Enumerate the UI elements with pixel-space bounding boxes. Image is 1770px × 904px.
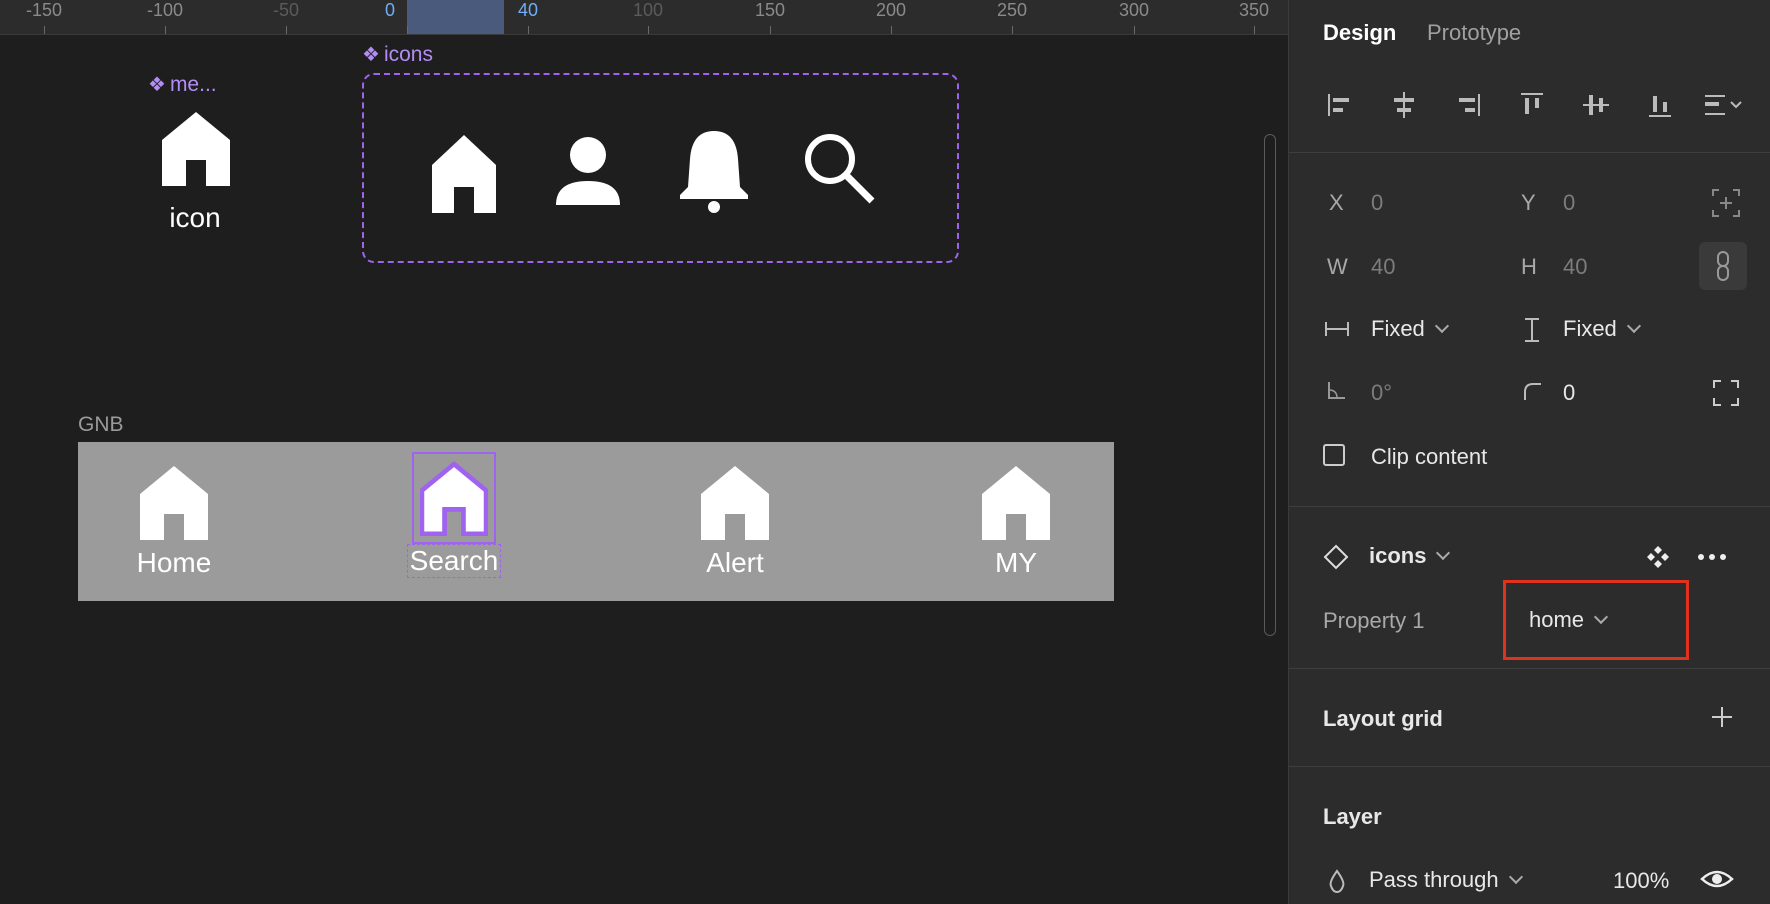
home-icon[interactable]	[160, 108, 232, 188]
ruler-tick: 300	[1118, 0, 1150, 20]
align-bottom-icon[interactable]	[1643, 88, 1677, 122]
y-field[interactable]: 0	[1563, 190, 1575, 216]
gnb-item-search[interactable]: Search	[394, 452, 514, 578]
blend-mode-dropdown[interactable]: Pass through	[1369, 867, 1523, 893]
blend-mode-icon	[1329, 869, 1345, 894]
ruler-selection-range	[407, 0, 504, 34]
chevron-down-icon	[1508, 869, 1523, 885]
icons-component-label[interactable]: ❖ icons	[362, 42, 433, 67]
vertical-scrollbar[interactable]	[1264, 134, 1276, 636]
home-icon	[701, 466, 769, 540]
instance-name-dropdown[interactable]: icons	[1369, 543, 1451, 569]
selected-instance-box[interactable]	[412, 452, 496, 544]
h-field[interactable]: 40	[1563, 254, 1587, 280]
eye-icon[interactable]	[1699, 866, 1735, 892]
gnb-item-label: Search	[406, 544, 502, 578]
ruler-tick: -150	[25, 0, 63, 20]
property-label: Property 1	[1323, 608, 1425, 633]
w-label: W	[1327, 254, 1348, 279]
add-icon[interactable]	[1709, 704, 1735, 730]
vertical-resizing-icon	[1525, 318, 1539, 342]
tab-prototype[interactable]: Prototype	[1427, 20, 1521, 46]
gnb-item-alert[interactable]: Alert	[675, 462, 795, 579]
go-to-main-component-icon[interactable]	[1645, 544, 1671, 570]
gnb-item-label: MY	[995, 547, 1037, 578]
layer-title: Layer	[1323, 804, 1382, 829]
rotation-field[interactable]: 0°	[1371, 380, 1392, 406]
ruler-tick: 100	[632, 0, 664, 20]
ruler-tick: 40	[517, 0, 539, 20]
chevron-down-icon	[1436, 545, 1451, 561]
clip-content-checkbox[interactable]	[1323, 444, 1345, 466]
ruler-tick: 150	[754, 0, 786, 20]
clip-content-label: Clip content	[1371, 444, 1488, 469]
horizontal-resizing-icon	[1325, 322, 1349, 336]
align-horizontal-center-icon[interactable]	[1387, 88, 1421, 122]
master-component-label[interactable]: ❖ me...	[148, 72, 217, 97]
corner-radius-field[interactable]: 0	[1563, 380, 1575, 406]
component-icon: ❖	[148, 74, 166, 96]
ruler-tick: 200	[875, 0, 907, 20]
ruler-tick: -50	[272, 0, 300, 20]
instance-icon	[1323, 544, 1349, 570]
y-label: Y	[1521, 190, 1536, 215]
distribute-menu-icon[interactable]	[1699, 88, 1749, 122]
align-vertical-center-icon[interactable]	[1579, 88, 1613, 122]
x-label: X	[1329, 190, 1344, 215]
user-icon[interactable]	[548, 125, 628, 215]
design-canvas[interactable]: -150 -100 -50 0 40 100 150 200 250 300 3…	[0, 0, 1288, 904]
gnb-item-label: Alert	[706, 547, 764, 578]
x-field[interactable]: 0	[1371, 190, 1383, 216]
bell-icon[interactable]	[674, 125, 754, 215]
property-value-dropdown[interactable]: home	[1529, 607, 1609, 633]
w-field[interactable]: 40	[1371, 254, 1395, 280]
constrain-proportions-button[interactable]	[1699, 242, 1747, 290]
gnb-item-my[interactable]: MY	[956, 462, 1076, 579]
corner-radius-icon	[1524, 383, 1541, 400]
icons-component-set[interactable]	[362, 73, 959, 263]
ruler-tick: 0	[384, 0, 396, 20]
master-icon-label: icon	[169, 202, 221, 233]
horizontal-ruler: -150 -100 -50 0 40 100 150 200 250 300 3…	[0, 0, 1288, 35]
ruler-tick: 250	[996, 0, 1028, 20]
chevron-down-icon	[1626, 318, 1641, 334]
opacity-field[interactable]: 100%	[1613, 868, 1669, 894]
ruler-tick: -100	[146, 0, 184, 20]
gnb-frame-label[interactable]: GNB	[78, 413, 124, 437]
width-mode-dropdown[interactable]: Fixed	[1371, 316, 1449, 342]
rotation-icon	[1328, 382, 1345, 399]
layout-grid-title: Layout grid	[1323, 706, 1443, 731]
link-icon	[1717, 251, 1729, 281]
home-icon	[982, 466, 1050, 540]
home-icon	[419, 460, 489, 537]
h-label: H	[1521, 254, 1537, 279]
properties-panel: Design Prototype X 0 Y 0 W 40 H 40 Fixed	[1288, 0, 1770, 904]
ruler-tick: 350	[1238, 0, 1270, 20]
height-mode-dropdown[interactable]: Fixed	[1563, 316, 1641, 342]
chevron-down-icon	[1434, 318, 1449, 334]
component-set-icon: ❖	[362, 44, 380, 66]
constraints-icon[interactable]	[1709, 186, 1743, 220]
gnb-item-home[interactable]: Home	[114, 462, 234, 579]
gnb-item-label: Home	[136, 547, 212, 578]
align-right-icon[interactable]	[1451, 88, 1485, 122]
home-icon	[140, 466, 208, 540]
align-left-icon[interactable]	[1323, 88, 1357, 122]
more-options-icon[interactable]	[1695, 544, 1729, 570]
independent-corners-icon[interactable]	[1709, 376, 1743, 410]
tab-design[interactable]: Design	[1323, 20, 1396, 46]
gnb-frame[interactable]: Home Search Alert MY	[78, 442, 1114, 601]
home-icon[interactable]	[424, 125, 504, 215]
search-icon[interactable]	[798, 125, 878, 215]
align-top-icon[interactable]	[1515, 88, 1549, 122]
chevron-down-icon	[1593, 609, 1609, 625]
